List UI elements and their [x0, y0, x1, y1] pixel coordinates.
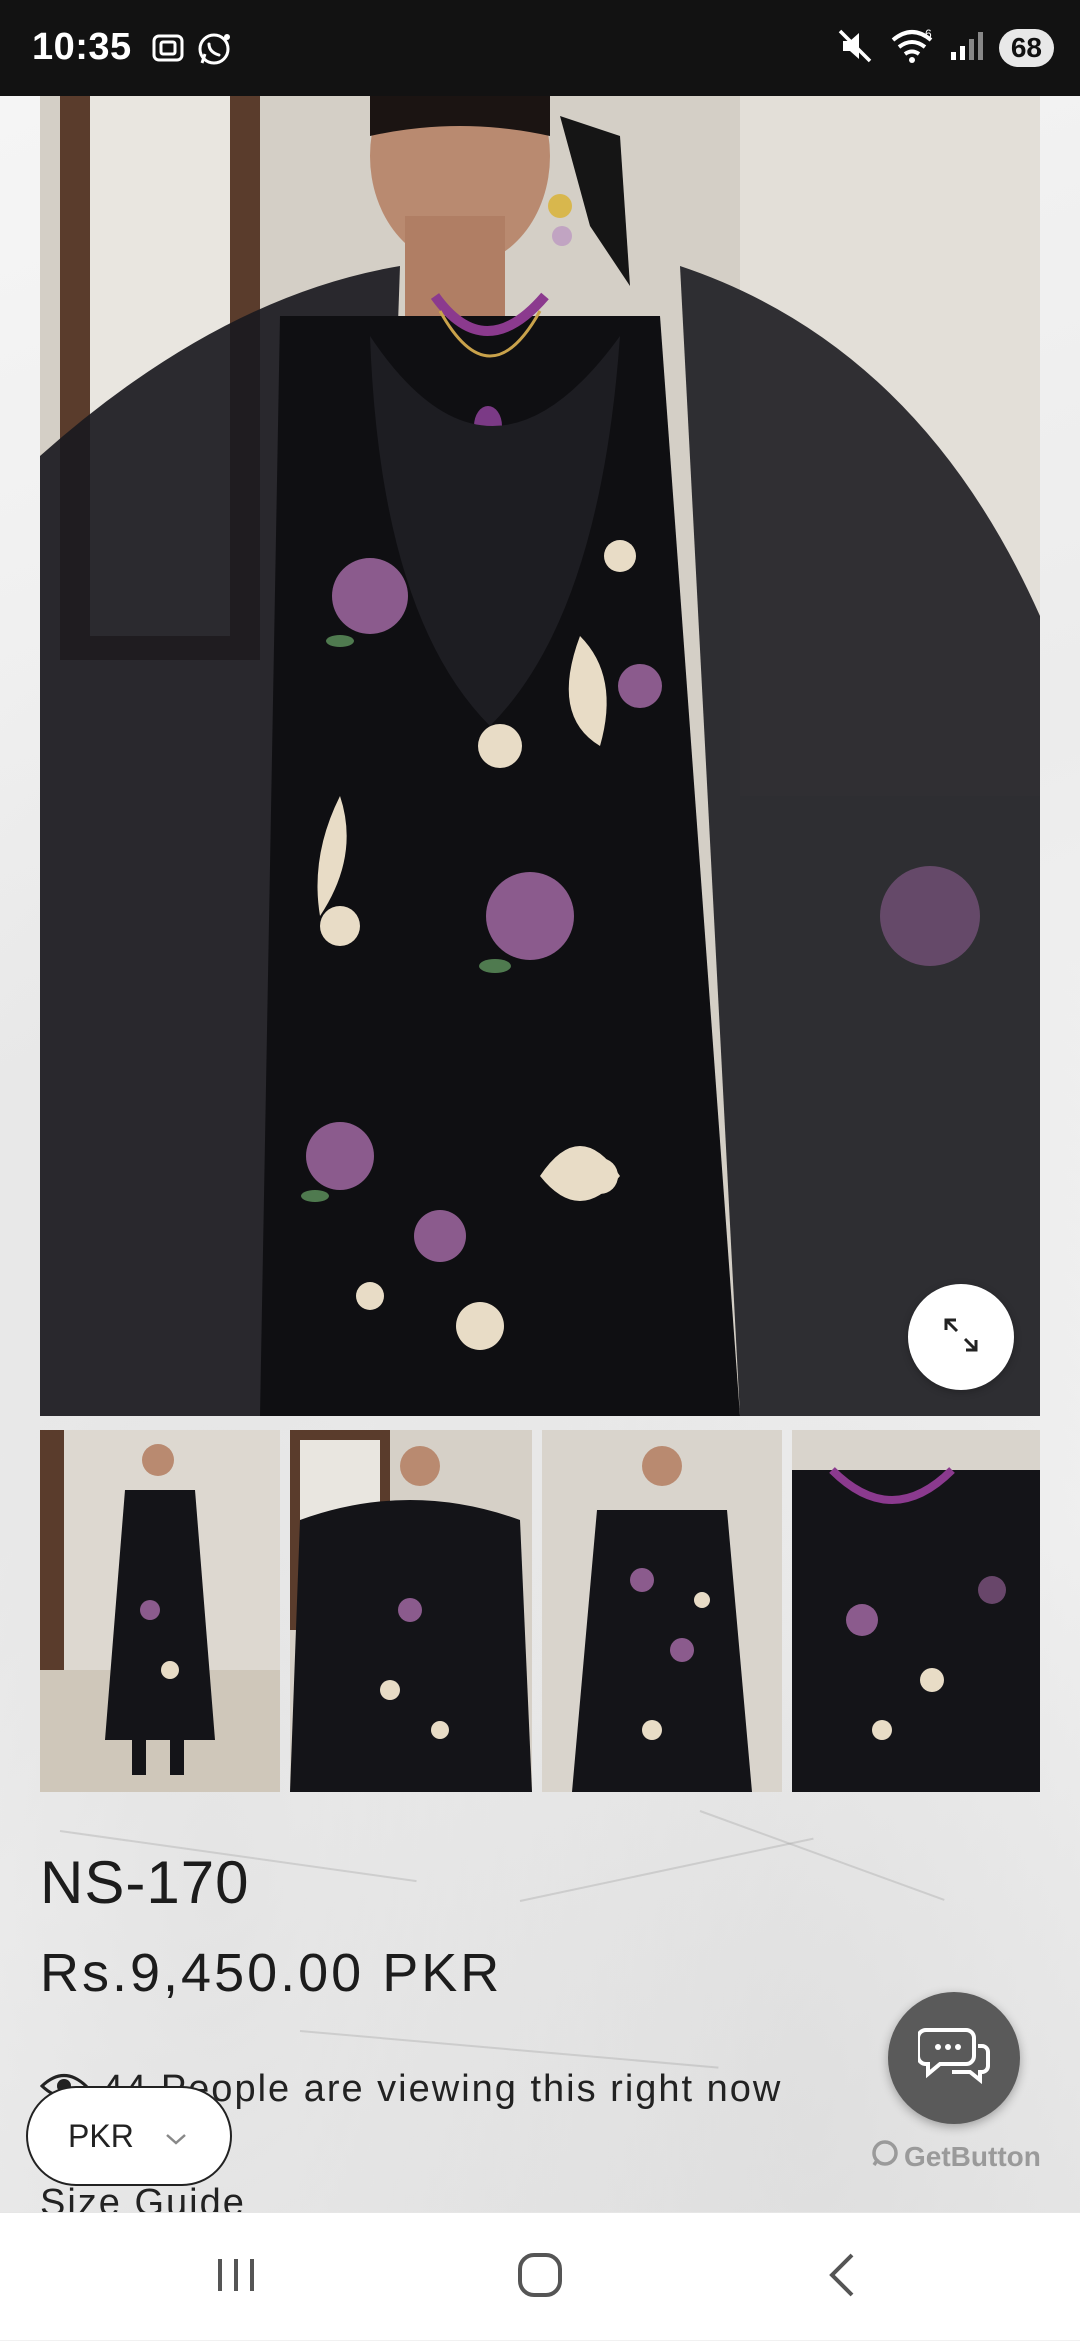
screenshot-icon: [150, 30, 186, 71]
thumbnail-2[interactable]: [290, 1430, 532, 1792]
status-time: 10:35: [32, 26, 132, 68]
currency-selector[interactable]: PKR: [26, 2086, 232, 2186]
thumbnail-4[interactable]: [792, 1430, 1040, 1792]
chat-button[interactable]: [888, 1992, 1020, 2124]
chevron-down-icon: [164, 2118, 188, 2155]
signal-icon: [949, 28, 985, 69]
wifi-icon: 6: [889, 26, 935, 71]
getbutton-brand[interactable]: GetButton: [870, 2138, 1041, 2175]
getbutton-logo-icon: [870, 2138, 900, 2175]
svg-text:6: 6: [925, 27, 932, 41]
currency-value: PKR: [68, 2117, 134, 2154]
status-bar: 10:35 6 68: [0, 0, 1080, 96]
system-nav-bar: [0, 2212, 1080, 2340]
thumbnail-3[interactable]: [542, 1430, 782, 1792]
recent-apps-button[interactable]: [146, 2213, 326, 2341]
getbutton-text: GetButton: [904, 2140, 1041, 2172]
expand-icon: [942, 1316, 980, 1359]
marble-vein: [299, 2030, 719, 2069]
mute-icon: [835, 26, 875, 71]
thumbnail-1[interactable]: [40, 1430, 280, 1792]
status-right-group: 6 68: [835, 26, 1054, 70]
recent-apps-icon: [214, 2255, 258, 2300]
battery-indicator: 68: [998, 29, 1054, 67]
home-icon: [516, 2251, 564, 2304]
product-photo: [40, 96, 1040, 1416]
back-icon: [826, 2251, 858, 2304]
whatsapp-icon: [196, 30, 234, 73]
product-title: NS-170: [40, 1849, 250, 1916]
product-main-image[interactable]: [40, 96, 1040, 1416]
thumbnail-strip: [40, 1430, 1040, 1792]
chat-bubble-icon: [916, 2024, 990, 2093]
back-button[interactable]: [752, 2213, 932, 2341]
zoom-button[interactable]: [908, 1284, 1014, 1390]
home-button[interactable]: [450, 2213, 630, 2341]
product-price: Rs.9,450.00 PKR: [40, 1943, 503, 2003]
marble-vein: [519, 1837, 814, 1902]
